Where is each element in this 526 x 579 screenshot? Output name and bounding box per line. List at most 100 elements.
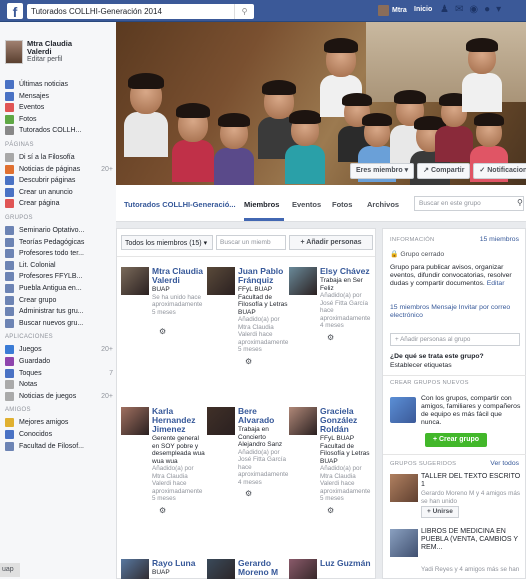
home-link[interactable]: Inicio — [414, 6, 432, 13]
sidebar-item[interactable]: Tutorados COLLH... — [5, 126, 113, 136]
gear-icon[interactable]: ⚙ — [327, 333, 334, 342]
message-link[interactable]: Mensaje — [431, 304, 457, 311]
sidebar-item[interactable]: Seminario Optativo... — [5, 226, 113, 235]
share-button[interactable]: ↗ Compartir — [417, 163, 471, 179]
avatar[interactable] — [207, 267, 235, 295]
join-group-button[interactable]: + Unirse — [421, 506, 459, 518]
gear-icon[interactable]: ⚙ — [327, 506, 334, 515]
sidebar-item[interactable]: Toques 7 — [5, 368, 113, 378]
global-search-input[interactable]: Tutorados COLLHI-Generación 2014 ⚲ — [27, 4, 254, 19]
avatar[interactable] — [289, 559, 317, 579]
members-count-link[interactable]: 15 miembros — [480, 236, 519, 243]
member-name-link[interactable]: Rayo Luna — [152, 559, 205, 568]
member-subtitle: Trabaja en Concierto Alejandro Sanz — [238, 426, 283, 448]
page-icon — [5, 153, 14, 162]
facebook-logo-icon[interactable]: f — [7, 3, 23, 20]
add-people-button[interactable]: + Añadir personas — [289, 235, 373, 250]
member-name-link[interactable]: Graciela González Roldán — [320, 407, 373, 434]
gear-icon[interactable]: ⚙ — [159, 327, 166, 336]
sidebar-item[interactable]: Teorías Pedagógicas — [5, 237, 113, 247]
sidebar-item-label: Buscar nuevos gru... — [19, 319, 84, 327]
messages-icon[interactable]: ✉ — [455, 4, 463, 15]
member-name-link[interactable]: Elsy Chávez — [320, 267, 373, 276]
gear-icon[interactable]: ⚙ — [245, 489, 252, 498]
search-icon[interactable]: ⚲ — [517, 198, 523, 207]
user-profile[interactable]: Mtra Claudia Valerdi Editar perfil — [5, 40, 72, 64]
set-tags-link[interactable]: Establecer etiquetas — [390, 362, 522, 370]
suggested-group-title[interactable]: LIBROS DE MEDICINA EN PUEBLA (VENTA, CAM… — [421, 528, 521, 552]
sidebar-item[interactable]: Guardado — [5, 357, 113, 366]
sidebar-item[interactable]: Lit. Colonial — [5, 260, 113, 270]
notifications-button[interactable]: ✓ Notificaciones — [473, 163, 526, 179]
members-link[interactable]: 15 miembros — [390, 304, 429, 311]
sidebar-item[interactable]: Fotos — [5, 114, 113, 124]
chevron-down-icon[interactable]: ▾ — [496, 4, 501, 15]
member-name-link[interactable]: Mtra Claudia Valerdi — [152, 267, 205, 285]
edit-description-link[interactable]: Editar — [487, 280, 505, 287]
sidebar-item[interactable]: Juegos 20+ — [5, 345, 113, 355]
gear-icon[interactable]: ⚙ — [159, 506, 166, 515]
cover-person-body — [285, 144, 325, 184]
sidebar-item[interactable]: Crear grupo — [5, 295, 113, 305]
avatar[interactable] — [121, 559, 149, 579]
gear-icon[interactable]: ⚙ — [245, 357, 252, 366]
sidebar-item[interactable]: Descubrir páginas — [5, 176, 113, 186]
member-name-link[interactable]: Juan Pablo Fránquiz — [238, 267, 291, 285]
notifications-icon[interactable]: ◉ — [469, 4, 478, 15]
member-status-button[interactable]: Eres miembro ▾ — [350, 163, 415, 179]
tab-photos[interactable]: Fotos — [332, 200, 352, 209]
sidebar-item[interactable]: Mensajes — [5, 91, 113, 101]
avatar[interactable] — [289, 267, 317, 295]
avatar[interactable] — [207, 559, 235, 579]
suggested-group-title[interactable]: TALLER DEL TEXTO ESCRITO 1 — [421, 473, 521, 489]
member-join-info: Añadido(a) por Mtra Claudia Valerdi hace… — [152, 465, 203, 502]
sidebar-item[interactable]: Noticias de páginas 20+ — [5, 164, 113, 174]
sidebar-item[interactable]: Facultad de Filosof... — [5, 441, 113, 451]
tab-members[interactable]: Miembros — [244, 200, 279, 209]
group-search-input[interactable]: Buscar en este grupo — [414, 196, 524, 211]
sidebar-item[interactable]: Profesores FFYLB... — [5, 272, 113, 282]
sidebar-item[interactable]: Di sí a la Filosofía — [5, 153, 113, 162]
suggested-group-thumbnail[interactable] — [390, 529, 418, 557]
avatar[interactable] — [121, 267, 149, 295]
sidebar-item[interactable]: Eventos — [5, 103, 113, 113]
avatar[interactable] — [207, 407, 235, 435]
sidebar-item[interactable]: Profesores todo ter... — [5, 249, 113, 259]
suggested-group-thumbnail[interactable] — [390, 474, 418, 502]
members-filter-select[interactable]: Todos los miembros (15) ▾ — [121, 235, 213, 250]
sidebar-item[interactable]: Crear página — [5, 199, 113, 209]
tab-files[interactable]: Archivos — [367, 200, 399, 209]
sidebar-item[interactable]: Buscar nuevos gru... — [5, 318, 113, 328]
edit-profile-link[interactable]: Editar perfil — [27, 56, 72, 63]
member-name-link[interactable]: Karla Hernandez Jimenez — [152, 407, 205, 434]
member-name-link[interactable]: Gerardo Moreno M — [238, 559, 291, 577]
sidebar-item[interactable]: Puebla Antigua en... — [5, 284, 113, 293]
friend-requests-icon[interactable]: ♟ — [440, 4, 449, 15]
avatar[interactable] — [121, 407, 149, 435]
top-user-name: Mtra — [392, 7, 407, 14]
sidebar-item[interactable]: Mejores amigos — [5, 418, 113, 428]
sidebar-item[interactable]: Conocidos — [5, 430, 113, 439]
see-all-link[interactable]: Ver todos — [490, 460, 519, 467]
member-search-input[interactable]: Buscar un miemb — [216, 235, 286, 250]
cover-actions: Eres miembro ▾ ↗ Compartir ✓ Notificacio… — [350, 163, 526, 179]
help-icon[interactable]: ● — [484, 4, 490, 15]
cover-person-hair — [218, 113, 250, 127]
sidebar-item[interactable]: Noticias de juegos 20+ — [5, 391, 113, 401]
sidebar-item[interactable]: Crear un anuncio — [5, 187, 113, 197]
tab-group-name[interactable]: Tutorados COLLHI-Generació... — [124, 200, 236, 209]
member-name-link[interactable]: Luz Guzmán — [320, 559, 373, 568]
sidebar-item-label: Seminario Optativo... — [19, 227, 85, 234]
page-icon — [5, 176, 14, 186]
create-group-button[interactable]: + Crear grupo — [425, 433, 487, 447]
avatar[interactable] — [289, 407, 317, 435]
top-profile-link[interactable]: Mtra — [378, 5, 407, 16]
sidebar-item[interactable]: Administrar tus gru... — [5, 307, 113, 317]
search-icon[interactable]: ⚲ — [234, 4, 254, 19]
sidebar-item[interactable]: Notas — [5, 380, 113, 390]
tab-events[interactable]: Eventos — [292, 200, 321, 209]
sidebar-item-label: Juegos — [19, 346, 42, 354]
sidebar-item[interactable]: Últimas noticias — [5, 80, 113, 89]
member-name-link[interactable]: Bere Alvarado — [238, 407, 291, 425]
add-people-input[interactable]: + Añadir personas al grupo — [390, 333, 520, 346]
